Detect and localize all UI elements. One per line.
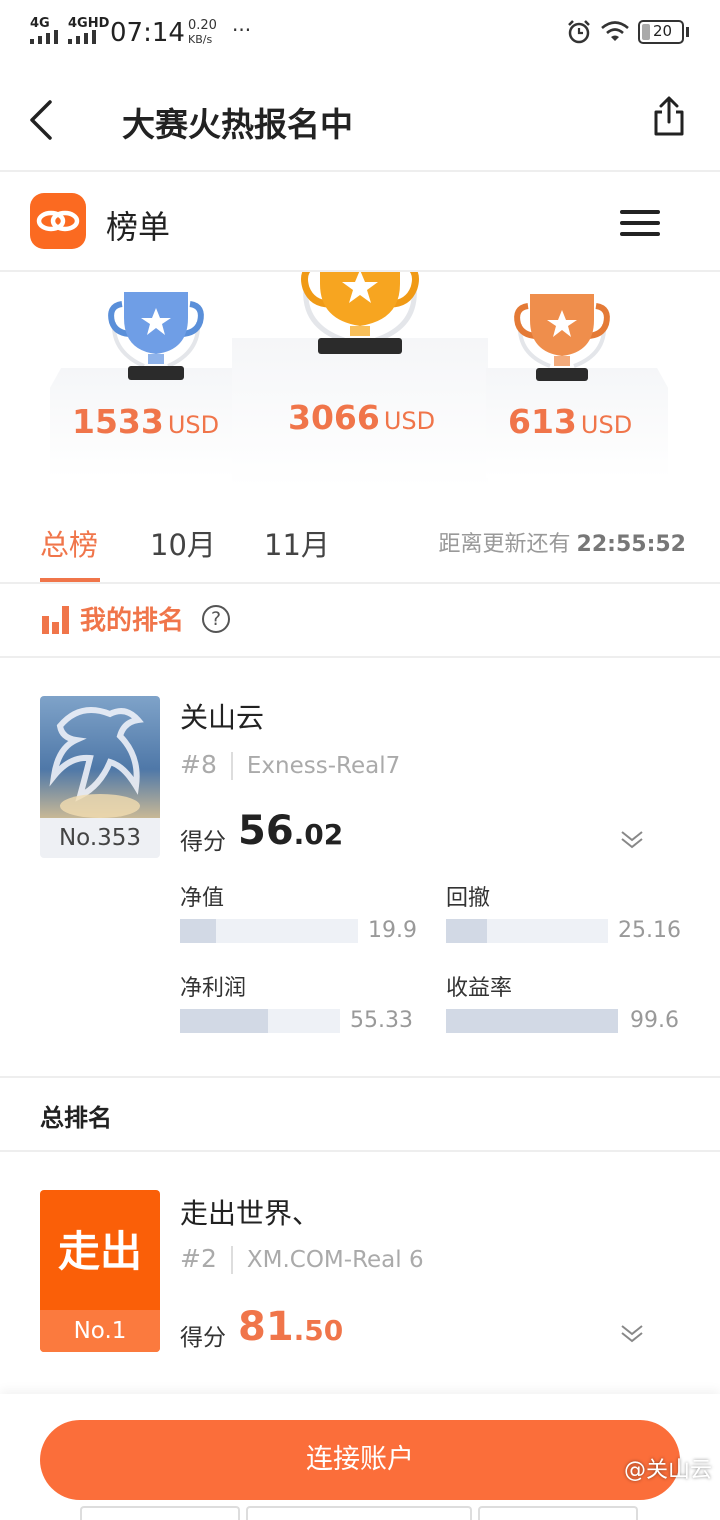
- stat-fill-net-profit: [180, 1009, 268, 1033]
- active-tab-indicator: [40, 578, 100, 582]
- stat-fill-drawdown: [446, 919, 487, 943]
- user-name: 关山云: [180, 701, 265, 734]
- user-score: 56.02: [238, 808, 343, 854]
- overall-ranking-header: 总排名: [0, 1076, 720, 1152]
- second-prize-amount: 1533: [72, 402, 164, 441]
- entry-rank-line: #2 XM.COM-Real 6: [180, 1244, 424, 1274]
- score-decimal: .50: [293, 1314, 344, 1347]
- watermark: @关山云: [623, 1458, 712, 1483]
- entry-name: 走出世界、: [180, 1197, 321, 1230]
- update-countdown: 距离更新还有 22:55:52: [439, 526, 686, 558]
- tab-october[interactable]: 10月: [150, 522, 216, 564]
- stat-fill-equity: [180, 919, 216, 943]
- avatar[interactable]: No.353: [40, 696, 160, 858]
- overall-ranking-title: 总排名: [40, 1104, 112, 1132]
- connect-account-button[interactable]: 连接账户: [40, 1420, 680, 1500]
- avatar-text: 走出: [57, 1227, 142, 1276]
- tab-stub: [246, 1506, 472, 1520]
- user-rank: #8: [180, 750, 217, 779]
- stat-bar-net-profit: [180, 1009, 340, 1033]
- avatar[interactable]: 走出 No.1: [40, 1190, 160, 1352]
- alarm-icon: [568, 20, 590, 44]
- tab-november[interactable]: 11月: [264, 522, 330, 564]
- tab-stub: [478, 1506, 638, 1520]
- rank-badge: No.1: [40, 1310, 160, 1352]
- score-label: 得分: [180, 829, 226, 855]
- bottom-bar: 连接账户 @关山云: [0, 1394, 720, 1520]
- clock: 07:14: [110, 18, 185, 48]
- speed-value: 0.20: [188, 18, 217, 33]
- more-indicator: ···: [232, 18, 252, 42]
- ranking-tabs: 总榜 10月 11月 距离更新还有 22:55:52: [0, 500, 720, 584]
- score-integer: 56: [238, 808, 294, 854]
- back-icon[interactable]: [26, 98, 56, 142]
- first-prize: 3066 USD: [288, 398, 435, 437]
- help-icon[interactable]: ?: [202, 605, 230, 633]
- stat-value-net-profit: 55.33: [350, 1008, 413, 1033]
- signal-1-label: 4G: [30, 16, 50, 31]
- menu-icon[interactable]: [620, 210, 660, 238]
- tab-overall[interactable]: 总榜: [40, 522, 98, 564]
- tab-stub: [80, 1506, 240, 1520]
- stat-bar-return: [446, 1009, 618, 1033]
- user-rank-line: #8 Exness-Real7: [180, 750, 400, 780]
- third-prize: 613 USD: [508, 402, 632, 441]
- share-icon[interactable]: [652, 96, 686, 138]
- score-decimal: .02: [293, 818, 344, 851]
- first-prize-unit: USD: [383, 407, 436, 435]
- stat-label-return: 收益率: [446, 976, 513, 1001]
- stat-bar-equity: [180, 919, 358, 943]
- my-ranking-title: 我的排名: [80, 606, 185, 636]
- prize-podium: 1533 USD 3066 USD 613 USD: [0, 272, 720, 492]
- bronze-trophy-icon: [514, 294, 610, 381]
- my-ranking-header: 我的排名 ?: [0, 584, 720, 658]
- first-prize-amount: 3066: [288, 398, 380, 437]
- score-label: 得分: [180, 1325, 226, 1351]
- stat-value-drawdown: 25.16: [618, 918, 681, 943]
- wifi-icon: [601, 21, 629, 41]
- status-bar: 4G 4GHD 07:14 0.20 KB/s ··· 20: [0, 0, 720, 64]
- stat-label-equity: 净值: [180, 886, 225, 911]
- stat-bar-drawdown: [446, 919, 608, 943]
- update-time: 22:55:52: [576, 532, 686, 557]
- rank-badge: No.353: [40, 818, 160, 858]
- stat-label-net-profit: 净利润: [180, 976, 247, 1001]
- entry-rank: #2: [180, 1244, 217, 1273]
- stat-value-equity: 19.9: [368, 918, 417, 943]
- battery-level: 20: [653, 22, 673, 40]
- app-header-title: 榜单: [106, 208, 171, 246]
- speed-unit: KB/s: [188, 33, 213, 46]
- my-ranking-card: No.353 关山云 #8 Exness-Real7 得分 56.02 净值 19…: [0, 658, 720, 1076]
- chevron-down-icon[interactable]: [620, 826, 644, 850]
- entry-account: XM.COM-Real 6: [246, 1247, 424, 1273]
- update-label: 距离更新还有: [438, 532, 571, 557]
- second-prize: 1533 USD: [72, 402, 219, 441]
- battery-icon: 20: [638, 20, 684, 44]
- third-prize-amount: 613: [508, 402, 577, 441]
- stat-value-return: 99.6: [630, 1008, 679, 1033]
- silver-trophy-icon: [108, 292, 204, 380]
- user-account: Exness-Real7: [246, 753, 401, 779]
- score-integer: 81: [238, 1304, 294, 1350]
- stat-label-drawdown: 回撤: [446, 886, 491, 911]
- signal-2-label: 4GHD: [68, 16, 110, 31]
- signal-bars-icon: [68, 30, 96, 44]
- bar-chart-icon: [42, 606, 69, 634]
- page-title: 大赛火热报名中: [122, 105, 353, 144]
- second-prize-unit: USD: [167, 411, 220, 439]
- chevron-down-icon[interactable]: [620, 1320, 644, 1344]
- horse-cloud-image: [40, 696, 160, 818]
- third-prize-unit: USD: [580, 411, 633, 439]
- app-header: 榜单: [0, 172, 720, 272]
- entry-score: 81.50: [238, 1304, 343, 1350]
- stat-fill-return: [446, 1009, 618, 1033]
- leaderboard-entry[interactable]: 走出 No.1 走出世界、 #2 XM.COM-Real 6 得分 81.50: [0, 1152, 720, 1394]
- signal-bars-icon: [30, 30, 58, 44]
- gold-trophy-icon: [301, 272, 419, 354]
- app-logo-icon: [30, 193, 86, 249]
- nav-bar: 大赛火热报名中: [0, 70, 720, 172]
